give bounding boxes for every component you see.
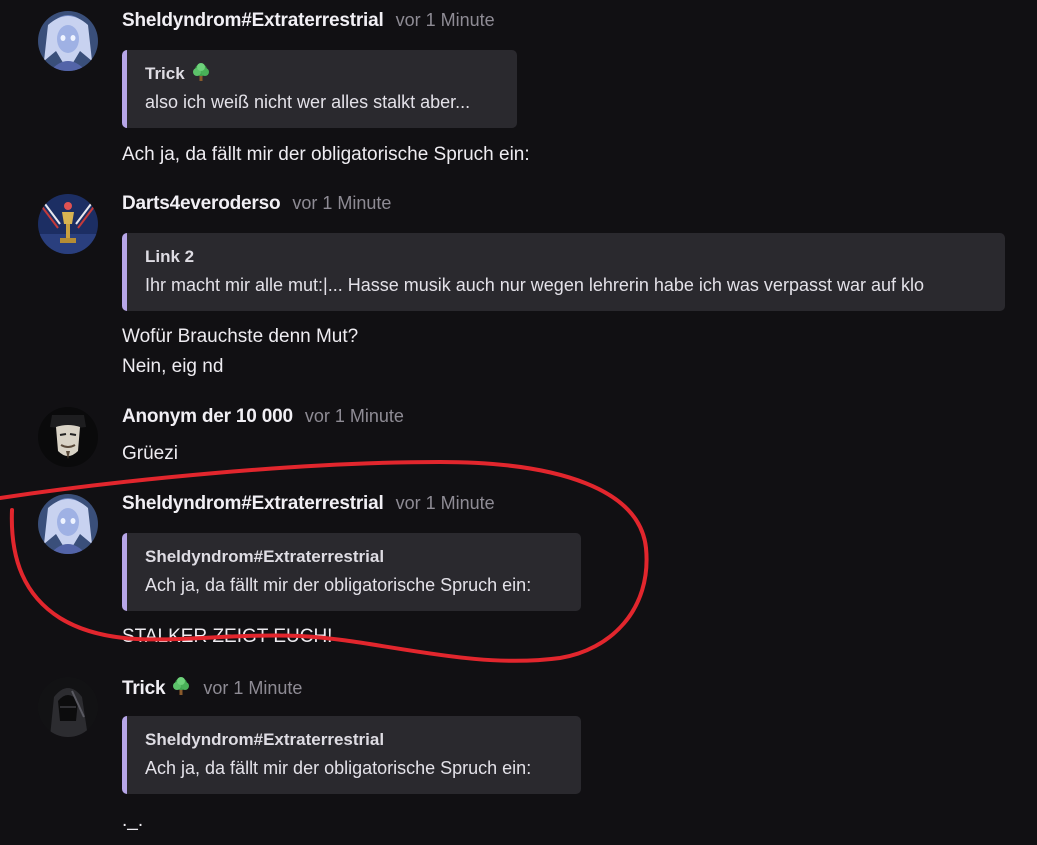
alien-girl-avatar-image bbox=[38, 494, 98, 554]
timestamp: vor 1 Minute bbox=[203, 678, 303, 698]
message-line: Ach ja, da fällt mir der obligatorische … bbox=[122, 144, 530, 165]
message-header: Sheldyndrom#Extraterrestrial vor 1 Minut… bbox=[122, 10, 495, 38]
quote-text: Ihr macht mir alle mut:|... Hasse musik … bbox=[145, 275, 925, 295]
message-text: Wofür Brauchste denn Mut? Nein, eig nd bbox=[122, 322, 358, 382]
author-name[interactable]: Sheldyndrom#Extraterrestrial bbox=[122, 493, 384, 515]
quote-text: Ach ja, da fällt mir der obligatorische … bbox=[145, 758, 532, 778]
message-line: STALKER ZEIGT EUCH! bbox=[122, 626, 333, 647]
author-name[interactable]: Trick bbox=[122, 676, 191, 702]
quote-author-name: Link 2 bbox=[145, 247, 195, 266]
guy-fawkes-mask-avatar-image bbox=[38, 407, 98, 467]
quote-author: Sheldyndrom#Extraterrestrial bbox=[145, 728, 581, 752]
author-name[interactable]: Sheldyndrom#Extraterrestrial bbox=[122, 10, 384, 32]
quoted-message[interactable]: Sheldyndrom#Extraterrestrial Ach ja, da … bbox=[122, 533, 581, 611]
timestamp: vor 1 Minute bbox=[304, 406, 404, 426]
author-name-text: Trick bbox=[122, 678, 166, 699]
message-line: Wofür Brauchste denn Mut? bbox=[122, 326, 359, 347]
message-text: ._. bbox=[122, 806, 143, 836]
message-header: Trick vor 1 Minute bbox=[122, 676, 302, 704]
quote-author-name: Trick bbox=[145, 64, 185, 83]
chat-message-list: Sheldyndrom#Extraterrestrial vor 1 Minut… bbox=[0, 0, 1037, 845]
quoted-message[interactable]: Link 2 Ihr macht mir alle mut:|... Hasse… bbox=[122, 233, 1005, 311]
user-avatar[interactable] bbox=[38, 194, 98, 254]
quote-author-name: Sheldyndrom#Extraterrestrial bbox=[145, 547, 385, 566]
message-text: Grüezi bbox=[122, 439, 178, 469]
quote-author: Trick bbox=[145, 62, 517, 86]
message-line: Nein, eig nd bbox=[122, 356, 224, 377]
quote-author: Link 2 bbox=[145, 245, 1005, 269]
message-text: STALKER ZEIGT EUCH! bbox=[122, 622, 332, 652]
quoted-message[interactable]: Sheldyndrom#Extraterrestrial Ach ja, da … bbox=[122, 716, 581, 794]
quote-author: Sheldyndrom#Extraterrestrial bbox=[145, 545, 581, 569]
user-avatar[interactable] bbox=[38, 407, 98, 467]
hooded-figure-avatar-image bbox=[38, 677, 98, 737]
quoted-message[interactable]: Trick also ich weiß nicht wer alles stal… bbox=[122, 50, 517, 128]
timestamp: vor 1 Minute bbox=[292, 193, 392, 213]
timestamp: vor 1 Minute bbox=[395, 493, 495, 513]
message-header: Anonym der 10 000 vor 1 Minute bbox=[122, 406, 404, 434]
author-name[interactable]: Darts4everoderso bbox=[122, 193, 281, 215]
quote-text: also ich weiß nicht wer alles stalkt abe… bbox=[145, 92, 471, 112]
message-header: Darts4everoderso vor 1 Minute bbox=[122, 193, 391, 221]
tree-emoji-icon bbox=[191, 62, 211, 87]
user-avatar[interactable] bbox=[38, 677, 98, 737]
timestamp: vor 1 Minute bbox=[395, 10, 495, 30]
author-name[interactable]: Anonym der 10 000 bbox=[122, 406, 293, 428]
darts-trophy-avatar-image bbox=[38, 194, 98, 254]
message-line: Grüezi bbox=[122, 443, 178, 464]
user-avatar[interactable] bbox=[38, 11, 98, 71]
user-avatar[interactable] bbox=[38, 494, 98, 554]
message-text: Ach ja, da fällt mir der obligatorische … bbox=[122, 140, 530, 170]
tree-emoji-icon bbox=[171, 676, 191, 702]
message-header: Sheldyndrom#Extraterrestrial vor 1 Minut… bbox=[122, 493, 495, 521]
message-line: ._. bbox=[122, 810, 144, 831]
quote-author-name: Sheldyndrom#Extraterrestrial bbox=[145, 730, 385, 749]
quote-text: Ach ja, da fällt mir der obligatorische … bbox=[145, 575, 532, 595]
alien-girl-avatar-image bbox=[38, 11, 98, 71]
